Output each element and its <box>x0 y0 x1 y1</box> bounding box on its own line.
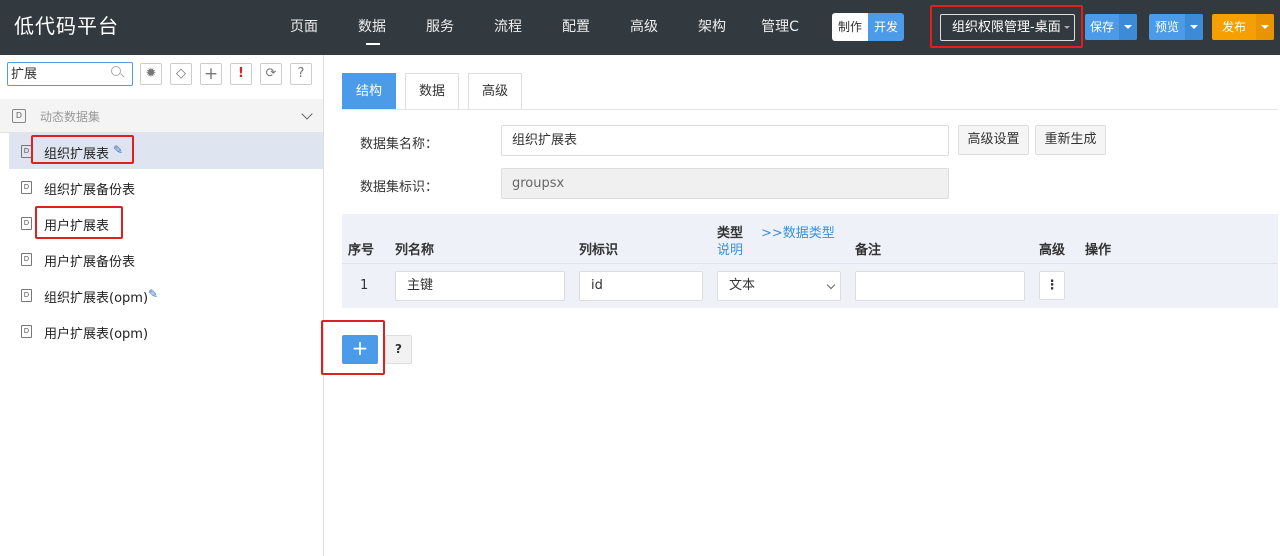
refresh-icon[interactable]: ⟳ <box>260 63 282 85</box>
bug-icon[interactable]: ✹ <box>140 63 162 85</box>
dataset-file-icon: D <box>21 325 32 338</box>
search-icon[interactable] <box>111 66 121 76</box>
dataset-file-icon: D <box>21 289 32 302</box>
remark-input[interactable] <box>855 271 1025 301</box>
more-options-button[interactable]: ⋮ <box>1039 271 1065 300</box>
th-advanced: 高级 <box>1039 243 1066 258</box>
table-header: 序号 列名称 列标识 类型 说明 >>数据类型 备注 高级 操作 <box>342 214 1278 263</box>
tab-bar: 结构 数据 高级 <box>342 73 531 109</box>
th-seq: 序号 <box>348 243 375 258</box>
nav-item-workflow[interactable]: 流程 <box>474 0 542 55</box>
nav-item-config[interactable]: 配置 <box>542 0 610 55</box>
main-panel: 结构 数据 高级 数据集名称： 组织扩展表 高级设置 重新生成 数据集标识： g… <box>321 55 1280 556</box>
tab-structure[interactable]: 结构 <box>342 73 396 109</box>
th-type-desc: 说明 <box>717 243 744 258</box>
tree-item-label: 用户扩展表(opm) <box>44 327 149 342</box>
tag-icon[interactable]: ◇ <box>170 63 192 85</box>
preview-split-button: 预览 <box>1149 14 1203 40</box>
highlight-box <box>35 206 123 239</box>
data-type-link[interactable]: >>数据类型 <box>761 222 835 241</box>
publish-split-button: 发布 <box>1212 14 1274 40</box>
edit-pencil-icon[interactable]: ✎ <box>148 287 158 301</box>
th-col-name: 列名称 <box>395 243 435 258</box>
dataset-file-icon: D <box>21 181 32 194</box>
app-select[interactable]: 组织权限管理-桌面 <box>940 14 1075 41</box>
row-seq: 1 <box>360 278 369 293</box>
nav-item-architecture[interactable]: 架构 <box>678 0 746 55</box>
mode-toggle: 制作 开发 <box>832 13 904 41</box>
dataset-id-input: groupsx <box>501 168 949 199</box>
dataset-id-label: 数据集标识： <box>360 180 439 195</box>
tree-item[interactable]: D 组织扩展备份表 <box>9 169 323 205</box>
plus-icon[interactable]: + <box>200 63 222 85</box>
dataset-file-icon: D <box>21 217 32 230</box>
preview-dropdown-icon[interactable] <box>1185 14 1203 40</box>
type-select-value: 文本 <box>729 278 756 293</box>
mode-make-button[interactable]: 制作 <box>832 13 868 41</box>
tree-item[interactable]: D 用户扩展表(opm) <box>9 313 323 349</box>
dataset-group-header[interactable]: D 动态数据集 <box>0 99 323 133</box>
th-col-id: 列标识 <box>579 243 619 258</box>
table-row: 1 主键 id 文本 ⋮ <box>342 263 1278 308</box>
chevron-down-icon[interactable] <box>301 108 313 120</box>
tree-item-label: 组织扩展备份表 <box>44 183 136 198</box>
column-id-input[interactable]: id <box>579 271 703 301</box>
publish-button[interactable]: 发布 <box>1212 14 1256 40</box>
tab-divider <box>342 109 1278 110</box>
tree-item[interactable]: D 组织扩展表(opm) ✎ <box>9 277 323 313</box>
tree-item-label: 组织扩展表(opm) <box>44 291 149 306</box>
tab-data[interactable]: 数据 <box>405 73 459 109</box>
column-name-input[interactable]: 主键 <box>395 271 565 301</box>
save-button[interactable]: 保存 <box>1085 14 1119 40</box>
main-nav: 页面 数据 服务 流程 配置 高级 架构 管理C <box>270 0 814 55</box>
nav-item-services[interactable]: 服务 <box>406 0 474 55</box>
app-logo: 低代码平台 <box>14 14 119 38</box>
nav-item-management[interactable]: 管理C <box>746 0 814 55</box>
preview-button[interactable]: 预览 <box>1149 14 1185 40</box>
tab-advanced[interactable]: 高级 <box>468 73 522 109</box>
save-dropdown-icon[interactable] <box>1119 14 1137 40</box>
th-remark: 备注 <box>855 243 882 258</box>
dataset-name-input[interactable]: 组织扩展表 <box>501 125 949 156</box>
top-bar: 低代码平台 页面 数据 服务 流程 配置 高级 架构 管理C 制作 开发 组织权… <box>0 0 1280 55</box>
help-icon[interactable]: ? <box>290 63 312 85</box>
advanced-settings-button[interactable]: 高级设置 <box>958 125 1029 155</box>
publish-dropdown-icon[interactable] <box>1256 14 1274 40</box>
sidebar: 扩展 ✹ ◇ + ! ⟳ ? D 动态数据集 D 组织扩展表 ✎ D 组织扩展备… <box>0 55 324 556</box>
alert-icon[interactable]: ! <box>230 63 252 85</box>
nav-item-advanced[interactable]: 高级 <box>610 0 678 55</box>
th-ops: 操作 <box>1085 243 1112 258</box>
nav-item-pages[interactable]: 页面 <box>270 0 338 55</box>
regenerate-button[interactable]: 重新生成 <box>1035 125 1106 155</box>
mode-dev-button[interactable]: 开发 <box>868 13 904 41</box>
type-select[interactable]: 文本 <box>717 271 841 301</box>
dataset-name-label: 数据集名称： <box>360 137 439 152</box>
nav-item-data[interactable]: 数据 <box>338 0 406 55</box>
dataset-file-icon: D <box>21 253 32 266</box>
tree-item[interactable]: D 用户扩展备份表 <box>9 241 323 277</box>
highlight-box <box>321 320 385 375</box>
tree-item-label: 用户扩展备份表 <box>44 255 136 270</box>
help-button[interactable]: ? <box>385 335 412 364</box>
save-split-button: 保存 <box>1085 14 1137 40</box>
dataset-group-icon: D <box>12 109 26 123</box>
highlight-box <box>31 135 134 164</box>
dataset-group-label: 动态数据集 <box>40 110 101 124</box>
